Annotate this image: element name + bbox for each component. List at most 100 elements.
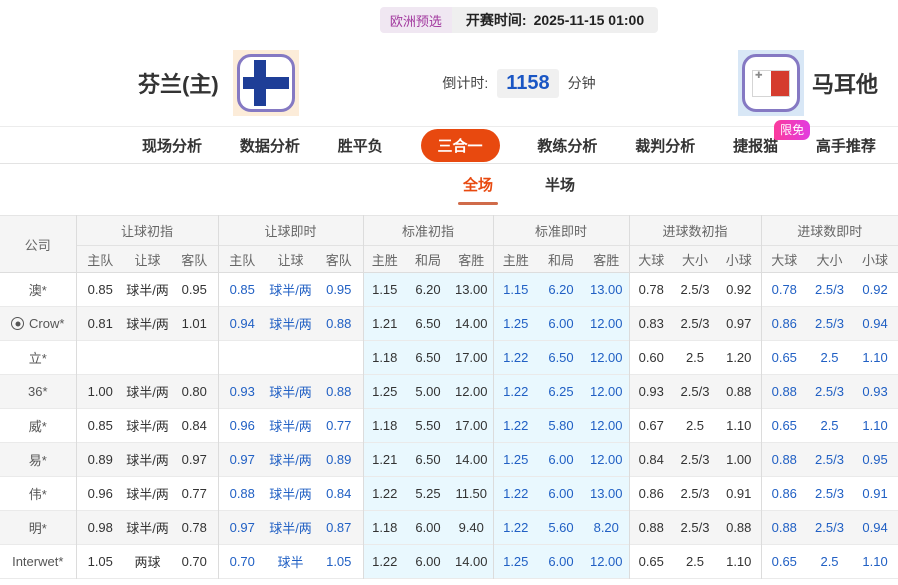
odds-cell: 2.5/3: [807, 375, 852, 409]
odds-cell: 5.00: [406, 375, 450, 409]
column-header: 大小: [673, 246, 717, 273]
group-header: 进球数初指: [629, 216, 761, 246]
odds-cell: 6.20: [538, 273, 584, 307]
company-cell[interactable]: 威*: [0, 409, 76, 443]
odds-cell: 球半/两: [266, 375, 315, 409]
odds-cell: 1.10: [852, 341, 898, 375]
nav-tab-coach-analysis[interactable]: 教练分析: [537, 135, 597, 156]
nav-tab-referee-analysis[interactable]: 裁判分析: [635, 135, 695, 156]
odds-cell: 0.65: [761, 545, 807, 579]
odds-cell: 球半: [266, 545, 315, 579]
odds-cell: 1.15: [493, 273, 538, 307]
odds-cell: 1.22: [493, 341, 538, 375]
top-bar: 欧洲预选 开赛时间: 2025-11-15 01:00: [140, 0, 898, 40]
odds-cell: 球半/两: [266, 477, 315, 511]
odds-cell: 12.00: [584, 341, 629, 375]
odds-cell: 6.00: [538, 545, 584, 579]
nav-tab-win-draw-loss[interactable]: 胜平负: [338, 135, 383, 156]
group-header: 让球即时: [218, 216, 363, 246]
odds-cell: 0.94: [852, 307, 898, 341]
odds-cell: 9.40: [450, 511, 493, 545]
odds-cell: 2.5/3: [673, 477, 717, 511]
odds-cell: 5.50: [406, 409, 450, 443]
countdown-unit: 分钟: [568, 73, 596, 93]
league-badge[interactable]: 欧洲预选: [380, 7, 452, 33]
column-header: 客胜: [584, 246, 629, 273]
odds-cell: 0.65: [629, 545, 673, 579]
odds-cell: 球半/两: [124, 511, 171, 545]
odds-cell: 12.00: [584, 545, 629, 579]
odds-cell: 6.50: [538, 341, 584, 375]
kickoff-label: 开赛时间:: [466, 10, 527, 30]
company-cell[interactable]: 澳*: [0, 273, 76, 307]
odds-cell: 0.77: [171, 477, 218, 511]
odds-cell: 2.5: [673, 341, 717, 375]
nav-tab-live-analysis[interactable]: 现场分析: [142, 135, 202, 156]
sub-tab-full-match[interactable]: 全场: [463, 174, 493, 205]
table-row: 明*0.98球半/两0.780.97球半/两0.871.186.009.401.…: [0, 511, 898, 545]
column-header: 大球: [761, 246, 807, 273]
odds-cell: 0.85: [76, 409, 124, 443]
odds-cell: 0.65: [761, 341, 807, 375]
company-cell[interactable]: 伟*: [0, 477, 76, 511]
company-header: 公司: [0, 216, 76, 273]
odds-cell: 6.00: [406, 511, 450, 545]
odds-cell: 0.97: [218, 443, 266, 477]
odds-cell: 1.10: [717, 409, 761, 443]
limited-free-badge: 限免: [774, 120, 810, 140]
column-header: 和局: [538, 246, 584, 273]
odds-cell: 0.93: [218, 375, 266, 409]
nav-tab-data-analysis[interactable]: 数据分析: [240, 135, 300, 156]
odds-cell: 1.22: [493, 409, 538, 443]
odds-cell: 6.50: [406, 443, 450, 477]
odds-cell: 0.92: [852, 273, 898, 307]
odds-cell: 1.22: [493, 375, 538, 409]
odds-cell: 1.20: [717, 341, 761, 375]
odds-cell: 1.25: [493, 545, 538, 579]
odds-cell: 1.18: [363, 511, 406, 545]
odds-cell: 0.84: [171, 409, 218, 443]
odds-cell: 6.00: [538, 307, 584, 341]
company-cell[interactable]: 立*: [0, 341, 76, 375]
odds-cell: 0.88: [761, 443, 807, 477]
sub-tab-half-match[interactable]: 半场: [545, 174, 575, 205]
group-header: 让球初指: [76, 216, 218, 246]
nav-tab-three-in-one[interactable]: 三合一: [421, 129, 500, 162]
odds-cell: 1.22: [363, 477, 406, 511]
odds-cell: 2.5/3: [807, 307, 852, 341]
odds-cell: 0.93: [629, 375, 673, 409]
company-cell[interactable]: 36*: [0, 375, 76, 409]
column-header: 和局: [406, 246, 450, 273]
company-cell[interactable]: Crow*: [0, 307, 76, 341]
odds-cell: 球半/两: [266, 273, 315, 307]
odds-cell: 1.25: [493, 443, 538, 477]
company-cell[interactable]: 明*: [0, 511, 76, 545]
away-team-name: 马耳他: [812, 40, 878, 126]
column-header: 让球: [266, 246, 315, 273]
odds-cell: 6.20: [406, 273, 450, 307]
nav-tab-expert-picks[interactable]: 高手推荐: [816, 135, 876, 156]
odds-cell: 0.78: [171, 511, 218, 545]
odds-cell: 球半/两: [124, 477, 171, 511]
odds-cell: 6.50: [406, 307, 450, 341]
odds-cell: 12.00: [584, 307, 629, 341]
odds-cell: 1.22: [493, 477, 538, 511]
odds-cell: 14.00: [450, 307, 493, 341]
odds-cell: 0.96: [218, 409, 266, 443]
company-cell[interactable]: 易*: [0, 443, 76, 477]
odds-cell: 0.80: [171, 375, 218, 409]
odds-cell: 17.00: [450, 341, 493, 375]
odds-cell: 1.15: [363, 273, 406, 307]
odds-cell: 17.00: [450, 409, 493, 443]
odds-cell: 12.00: [584, 375, 629, 409]
odds-cell: 13.00: [584, 477, 629, 511]
column-header: 客胜: [450, 246, 493, 273]
odds-cell: 1.05: [76, 545, 124, 579]
nav-tab-jiebao-cat[interactable]: 捷报猫限免: [733, 135, 778, 156]
odds-cell: 0.60: [629, 341, 673, 375]
odds-cell: 0.88: [761, 511, 807, 545]
odds-cell: 0.67: [629, 409, 673, 443]
company-cell[interactable]: Interwet*: [0, 545, 76, 579]
column-header: 让球: [124, 246, 171, 273]
odds-cell: 2.5/3: [673, 273, 717, 307]
